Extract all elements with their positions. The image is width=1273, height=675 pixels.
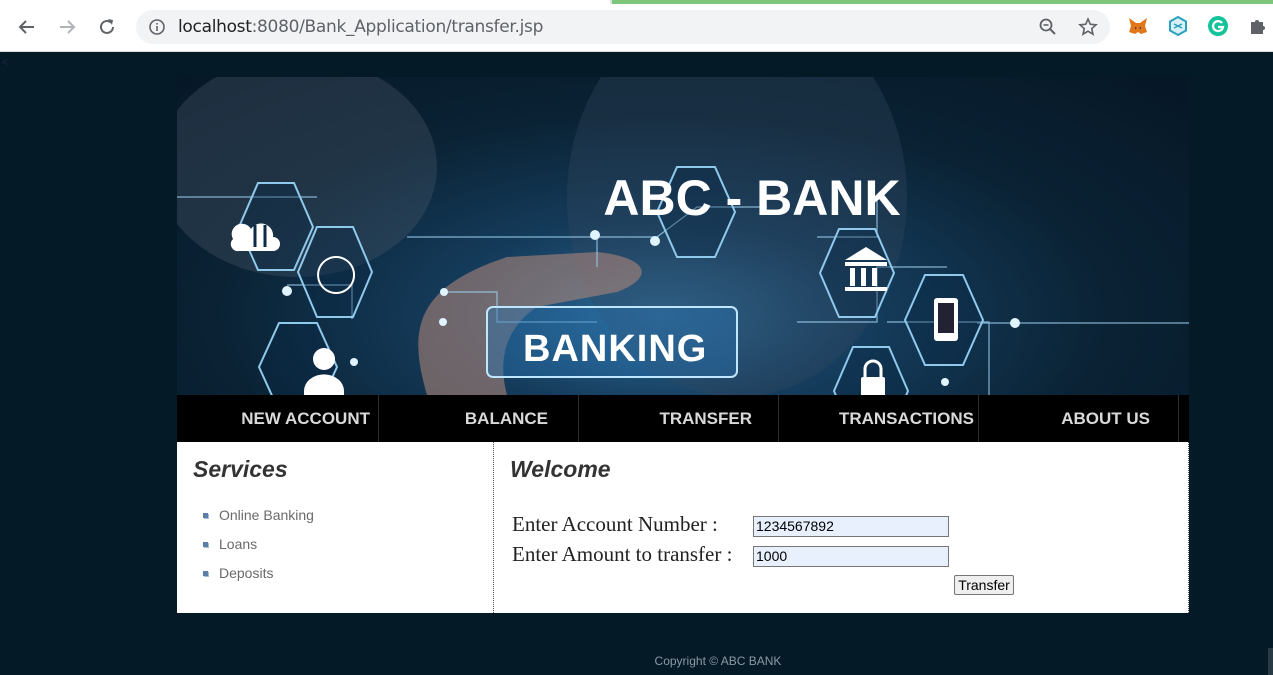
scrollbar-thumb[interactable] [1268,648,1273,675]
reload-icon [100,19,114,34]
amount-input[interactable]: 1000 [753,546,949,567]
service-label: Loans [219,536,258,552]
service-item-deposits[interactable]: Deposits [203,565,493,594]
account-number-input[interactable]: 1234567892 [753,516,949,537]
services-list: Online Banking Loans Deposits [193,507,493,594]
puzzle-icon [1251,20,1265,34]
services-sidebar: Services Online Banking Loans Deposits [177,442,494,613]
info-icon[interactable] [148,18,166,36]
reload-button[interactable] [93,13,121,41]
service-item-loans[interactable]: Loans [203,536,493,565]
zoom-icon[interactable] [1038,17,1058,37]
service-label: Deposits [219,565,274,581]
metamask-icon [1129,18,1147,34]
star-icon[interactable] [1078,17,1098,37]
back-button[interactable] [13,13,41,41]
header-banner: ABC - BANK BANKING [177,77,1189,395]
url-host: localhost [178,17,252,37]
extension-icon [1169,15,1187,37]
grammarly-extension[interactable] [1206,14,1230,38]
nav-new-account[interactable]: NEW ACCOUNT [179,395,379,442]
url-path: :8080/Bank_Application/transfer.jsp [251,17,544,37]
welcome-heading: Welcome [510,456,611,482]
bullet-icon [203,513,208,518]
content-area: Services Online Banking Loans Deposits W… [177,442,1189,613]
banner-image-text: BANKING [523,328,708,370]
service-item-online-banking[interactable]: Online Banking [203,507,493,536]
nav-transfer[interactable]: TRANSFER [579,395,779,442]
nav-balance[interactable]: BALANCE [379,395,579,442]
page-loading-bar [612,0,1273,4]
account-number-label: Enter Account Number : [512,512,718,536]
nav-transactions[interactable]: TRANSACTIONS [779,395,979,442]
site-title: ABC - BANK [603,170,901,226]
bullet-icon [203,571,208,576]
extension-button[interactable] [1166,14,1190,38]
bullet-icon [203,542,208,547]
page-container: ABC - BANK BANKING NEW ACCOUNT BALANCE T… [177,77,1189,613]
collapse-arrow-icon: < [2,55,10,69]
active-tab[interactable] [0,0,610,4]
services-heading: Services [193,456,288,482]
main-navigation: NEW ACCOUNT BALANCE TRANSFER TRANSACTION… [177,395,1189,442]
address-bar[interactable]: localhost:8080/Bank_Application/transfer… [136,10,1110,44]
service-label: Online Banking [219,507,314,523]
tab-strip [0,0,1273,4]
amount-label: Enter Amount to transfer : [512,542,733,566]
transfer-panel: Welcome Enter Account Number : 123456789… [494,442,1189,613]
grammarly-icon [1208,16,1228,36]
browser-toolbar: localhost:8080/Bank_Application/transfer… [0,0,1273,52]
url-text[interactable]: localhost:8080/Bank_Application/transfer… [178,17,543,37]
extensions-menu-button[interactable] [1246,14,1270,38]
forward-arrow-icon [60,20,76,34]
transfer-button[interactable]: Transfer [954,575,1014,595]
nav-about-us[interactable]: ABOUT US [979,395,1179,442]
metamask-extension[interactable] [1126,14,1150,38]
forward-button[interactable] [53,13,81,41]
footer-copyright: Copyright © ABC BANK [654,654,782,668]
back-arrow-icon [18,20,34,34]
